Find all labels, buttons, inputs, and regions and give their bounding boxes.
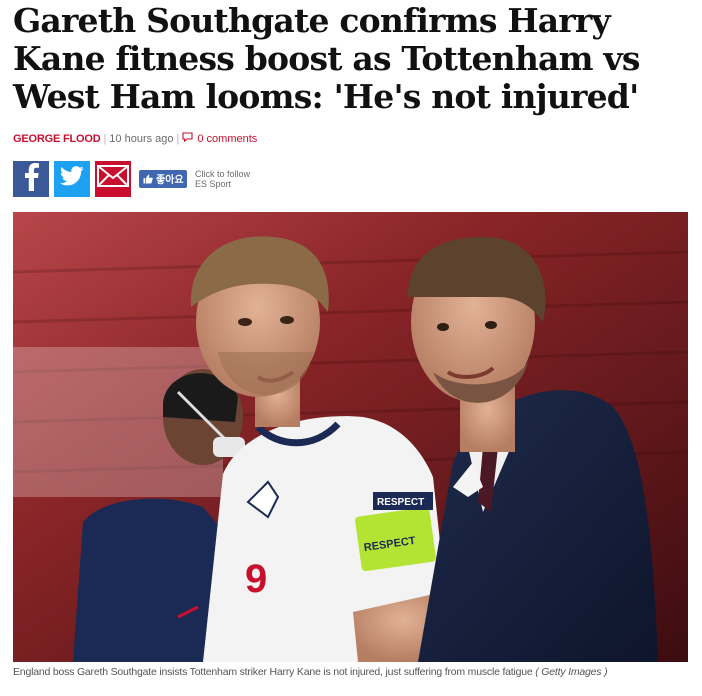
armband-patch-text: RESPECT xyxy=(377,497,424,508)
facebook-icon xyxy=(21,161,41,196)
publish-time: 10 hours ago xyxy=(109,132,174,145)
shirt-number: 9 xyxy=(245,557,267,601)
envelope-icon xyxy=(97,165,129,192)
byline: GEORGE FLOOD | 10 hours ago | 0 comments xyxy=(13,132,257,145)
twitter-bird-icon xyxy=(60,166,84,191)
article-headline: Gareth Southgate confirms Harry Kane fit… xyxy=(13,1,640,116)
byline-divider: | xyxy=(176,132,180,145)
comments-count: 0 comments xyxy=(197,132,258,145)
comments-link[interactable]: 0 comments xyxy=(182,132,257,145)
byline-divider: | xyxy=(103,132,107,145)
share-bar: 좋아요 Click to follow ES Sport xyxy=(13,160,265,197)
hero-photo: RESPECT RESPECT 9 xyxy=(13,212,688,662)
follow-line-1: Click to follow xyxy=(195,168,251,179)
like-label: 좋아요 xyxy=(156,175,184,186)
author-link[interactable]: GEORGE FLOOD xyxy=(13,133,101,145)
comment-bubble-icon xyxy=(182,132,193,145)
article-hero-image[interactable]: RESPECT RESPECT 9 xyxy=(13,212,688,662)
thumbs-up-icon xyxy=(143,174,153,183)
twitter-share-button[interactable] xyxy=(54,160,90,197)
follow-line-2: ES Sport xyxy=(195,178,232,189)
facebook-share-button[interactable] xyxy=(13,160,49,197)
image-caption: England boss Gareth Southgate insists To… xyxy=(13,666,693,678)
facebook-like-button[interactable]: 좋아요 xyxy=(139,169,187,188)
photo-credit: ( Getty Images ) xyxy=(535,666,608,678)
follow-prompt[interactable]: Click to follow ES Sport xyxy=(195,169,265,189)
email-share-button[interactable] xyxy=(95,160,131,197)
caption-text: England boss Gareth Southgate insists To… xyxy=(13,666,533,678)
